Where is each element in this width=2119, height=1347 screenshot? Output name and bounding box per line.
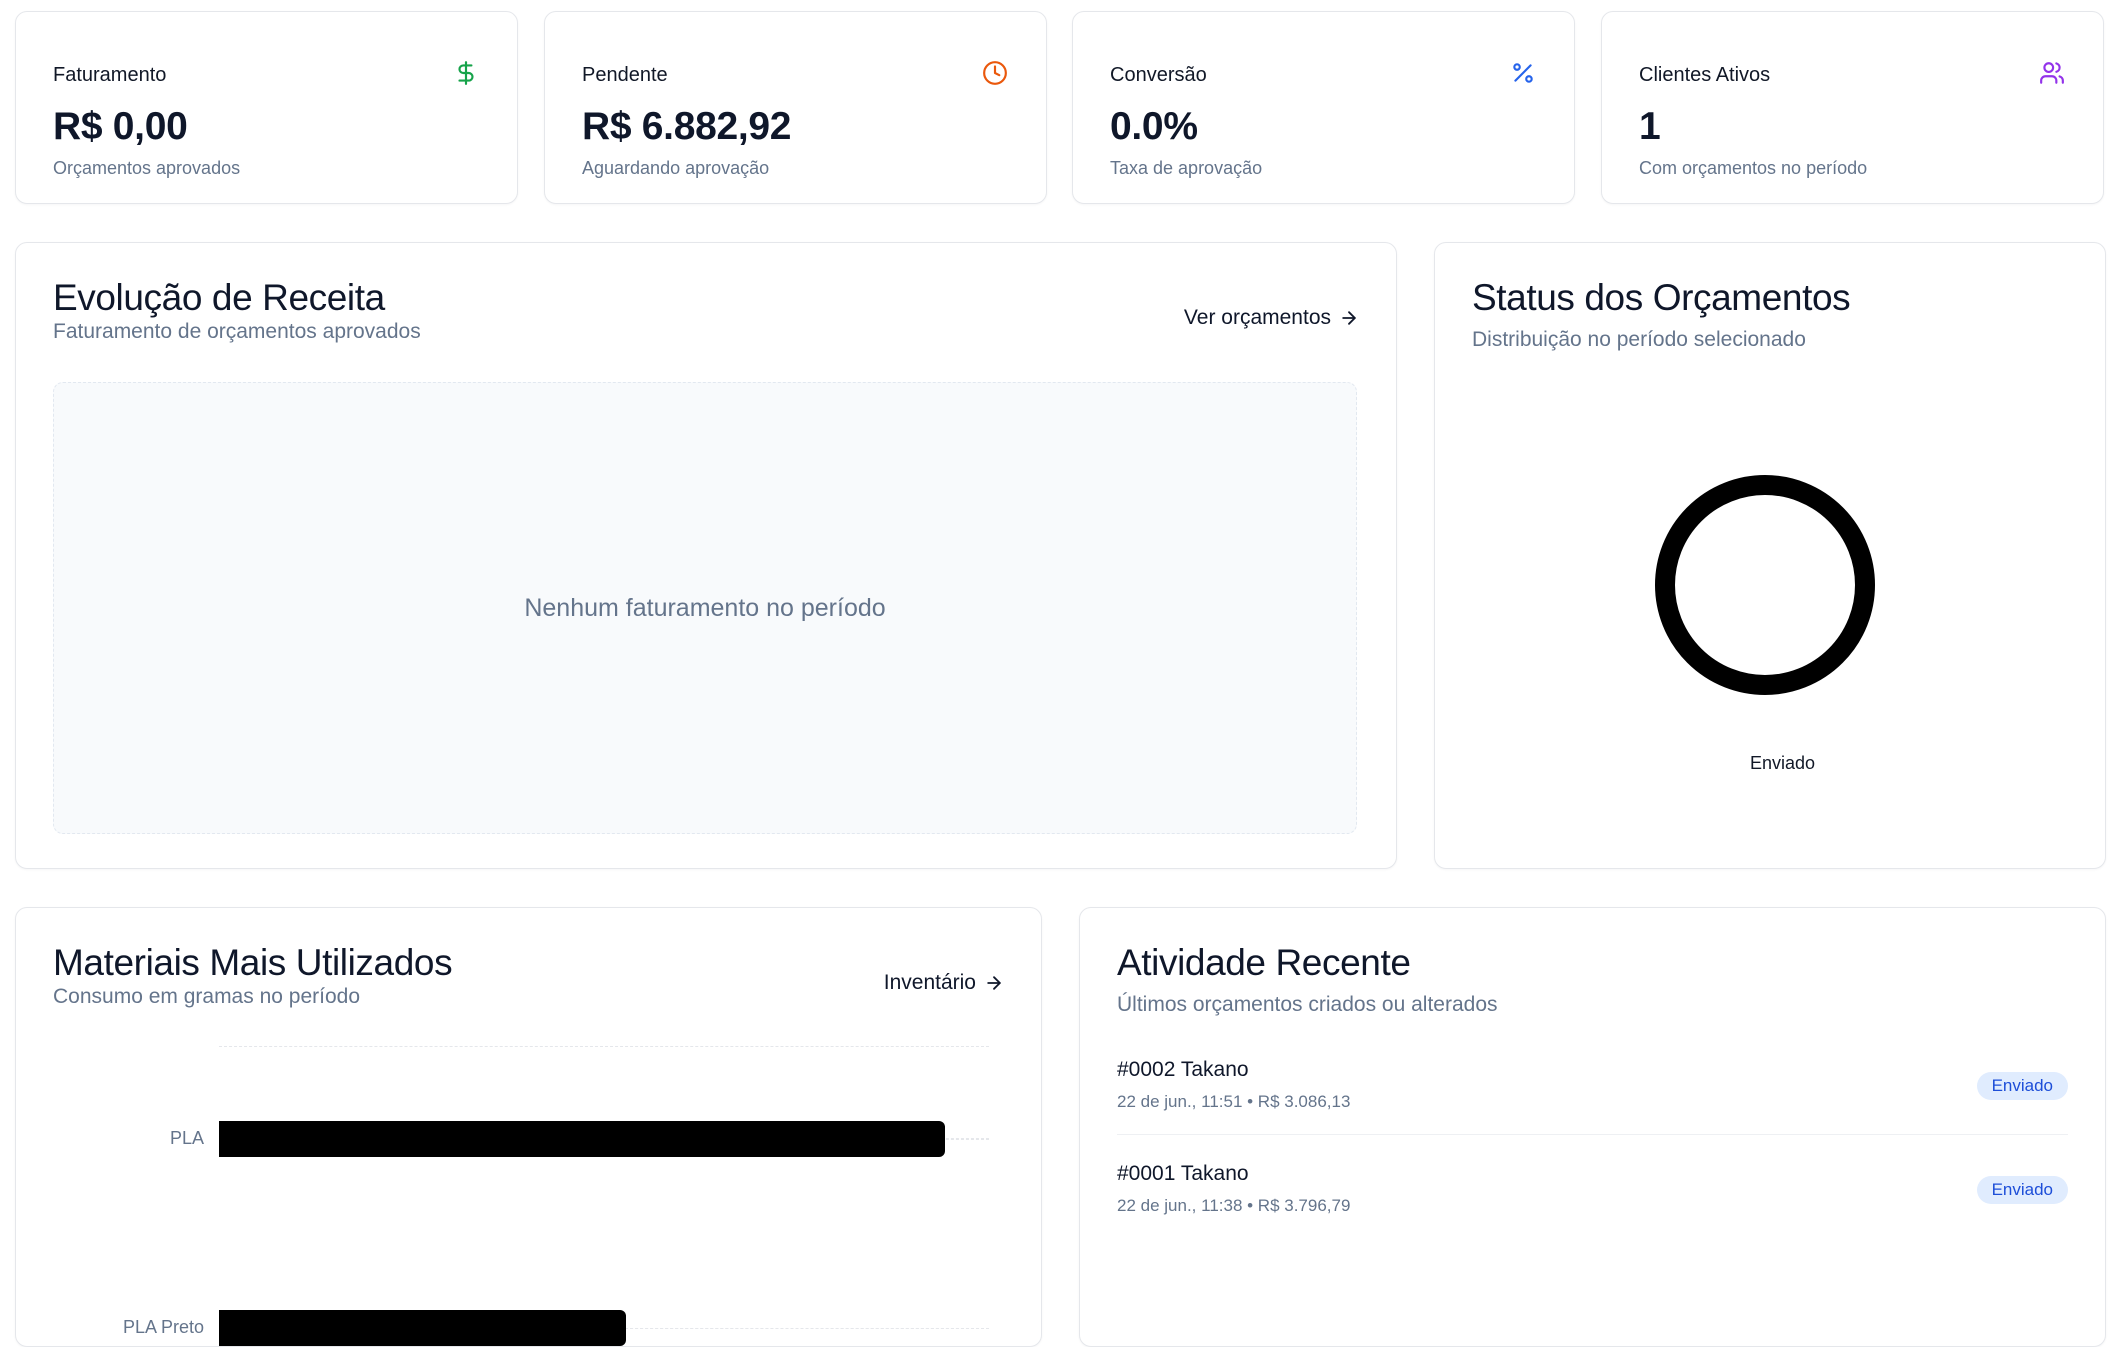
kpi-label: Conversão <box>1110 64 1207 86</box>
kpi-value: R$ 0,00 <box>53 105 188 148</box>
activity-title: Atividade Recente <box>1117 942 1411 983</box>
view-budgets-link[interactable]: Ver orçamentos <box>1184 306 1359 330</box>
activity-item-title: #0001 Takano <box>1117 1162 1249 1185</box>
divider <box>1117 1134 2068 1135</box>
activity-item[interactable]: #0002 Takano 22 de jun., 11:51 • R$ 3.08… <box>1117 1058 2068 1162</box>
activity-subtitle: Últimos orçamentos criados ou alterados <box>1117 993 1498 1016</box>
bar[interactable] <box>219 1310 626 1346</box>
status-title: Status dos Orçamentos <box>1472 277 1851 318</box>
kpi-subtitle: Orçamentos aprovados <box>53 158 241 178</box>
activity-item[interactable]: #0001 Takano 22 de jun., 11:38 • R$ 3.79… <box>1117 1162 2068 1266</box>
kpi-label: Pendente <box>582 64 668 86</box>
kpi-value: 1 <box>1639 105 1661 148</box>
kpi-card-pending: Pendente R$ 6.882,92 Aguardando aprovaçã… <box>544 11 1047 204</box>
kpi-subtitle: Aguardando aprovação <box>582 158 770 178</box>
kpi-value: R$ 6.882,92 <box>582 105 792 148</box>
grid-line <box>219 1046 989 1047</box>
status-badge: Enviado <box>1976 1176 2068 1204</box>
bar-label: PLA <box>169 1128 204 1148</box>
kpi-card-conversion: Conversão 0.0% Taxa de aprovação <box>1072 11 1575 204</box>
kpi-label: Clientes Ativos <box>1639 64 1771 86</box>
activity-item-meta: 22 de jun., 11:38 • R$ 3.796,79 <box>1117 1196 1351 1215</box>
dollar-icon <box>453 60 479 86</box>
users-icon <box>2039 60 2065 86</box>
revenue-chart-empty: Nenhum faturamento no período <box>53 382 1357 834</box>
status-donut-chart <box>1655 475 1875 695</box>
kpi-card-revenue: Faturamento R$ 0,00 Orçamentos aprovados <box>15 11 518 204</box>
kpi-card-active-clients: Clientes Ativos 1 Com orçamentos no perí… <box>1601 11 2104 204</box>
kpi-label: Faturamento <box>53 64 167 86</box>
bar[interactable] <box>219 1121 945 1157</box>
revenue-evolution-card: Evolução de Receita Faturamento de orçam… <box>15 242 1397 869</box>
donut-slice-enviado[interactable] <box>1655 475 1875 695</box>
materials-card: Materiais Mais Utilizados Consumo em gra… <box>15 907 1042 1347</box>
activity-item-meta: 22 de jun., 11:51 • R$ 3.086,13 <box>1117 1092 1351 1111</box>
clock-icon <box>982 60 1008 86</box>
empty-state-text: Nenhum faturamento no período <box>524 593 886 622</box>
materials-bar-chart: PLA PLA Preto <box>16 908 1041 1346</box>
activity-item-title: #0002 Takano <box>1117 1058 1249 1081</box>
kpi-subtitle: Com orçamentos no período <box>1639 158 1868 178</box>
legend-label-enviado: Enviado <box>1750 753 1816 773</box>
kpi-subtitle: Taxa de aprovação <box>1110 158 1263 178</box>
revenue-title: Evolução de Receita <box>53 277 385 318</box>
status-badge: Enviado <box>1976 1072 2068 1100</box>
arrow-right-icon <box>1342 311 1356 325</box>
percent-icon <box>1510 60 1536 86</box>
recent-activity-card: Atividade Recente Últimos orçamentos cri… <box>1079 907 2106 1347</box>
revenue-subtitle: Faturamento de orçamentos aprovados <box>53 320 421 343</box>
kpi-value: 0.0% <box>1110 105 1198 148</box>
bar-label: PLA Preto <box>122 1317 204 1337</box>
view-budgets-label: Ver orçamentos <box>1183 306 1331 329</box>
budget-status-card: Status dos Orçamentos Distribuição no pe… <box>1434 242 2106 869</box>
status-subtitle: Distribuição no período selecionado <box>1472 328 1806 351</box>
